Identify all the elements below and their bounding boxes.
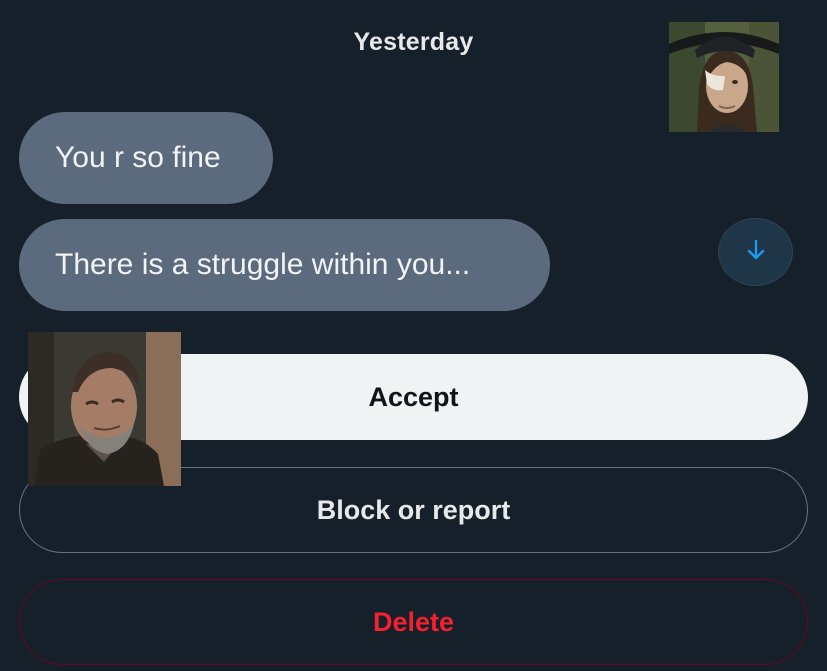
scroll-down-button[interactable]: [718, 218, 793, 286]
sender-avatar: [669, 22, 779, 132]
block-or-report-label: Block or report: [316, 494, 511, 525]
arrow-down-icon: [746, 239, 766, 266]
user-avatar: [28, 332, 181, 486]
delete-label: Delete: [372, 606, 455, 637]
accept-label: Accept: [368, 381, 459, 412]
message-bubble: There is a struggle within you...: [19, 219, 550, 311]
delete-button[interactable]: Delete: [19, 579, 808, 665]
message-text: You r so fine: [55, 141, 221, 174]
message-text: There is a struggle within you...: [55, 248, 471, 281]
message-bubble: You r so fine: [19, 112, 273, 204]
